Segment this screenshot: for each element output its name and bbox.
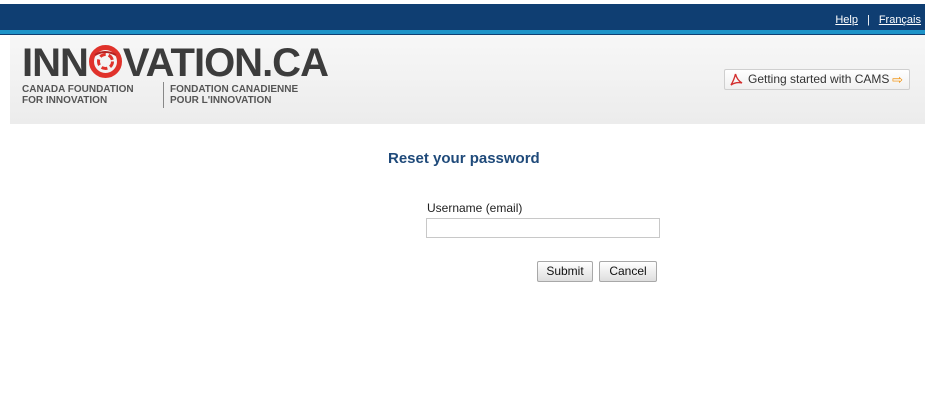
top-navigation-bar: Help | Français xyxy=(0,0,925,35)
page-title: Reset your password xyxy=(388,150,540,167)
pdf-icon xyxy=(729,72,744,93)
getting-started-label: Getting started with CAMS xyxy=(748,72,890,86)
topbar-accent-line xyxy=(0,30,925,34)
arrow-right-icon: ⇨ xyxy=(892,72,903,87)
logo-divider xyxy=(163,82,164,108)
username-input[interactable] xyxy=(426,218,660,238)
logo-french-line2: POUR L'INNOVATION xyxy=(170,95,272,106)
top-links: Help | Français xyxy=(835,14,921,26)
submit-button[interactable]: Submit xyxy=(537,261,593,282)
innovation-logo[interactable]: INN VATION.CA xyxy=(22,41,329,85)
logo-french-line1: FONDATION CANADIENNE xyxy=(170,84,299,95)
getting-started-button[interactable]: Getting started with CAMS ⇨ xyxy=(724,69,910,90)
site-header: INN VATION.CA CANADA FOUNDATION FOR INNO… xyxy=(10,35,925,124)
logo-brand-suffix: VATION.CA xyxy=(122,41,329,85)
logo-french-name: FONDATION CANADIENNE POUR L'INNOVATION xyxy=(170,84,298,106)
language-link[interactable]: Français xyxy=(879,14,921,26)
logo-english-name: CANADA FOUNDATION FOR INNOVATION xyxy=(22,84,134,106)
help-link[interactable]: Help xyxy=(835,14,858,26)
cancel-button[interactable]: Cancel xyxy=(599,261,657,282)
logo-english-line2: FOR INNOVATION xyxy=(22,95,108,106)
username-label: Username (email) xyxy=(427,201,523,215)
link-separator: | xyxy=(866,14,870,26)
logo-brand-prefix: INN xyxy=(22,41,89,85)
logo-english-line1: CANADA FOUNDATION xyxy=(22,84,134,95)
logo-o-mark-icon xyxy=(88,43,122,78)
topbar-top-strip xyxy=(0,0,925,4)
